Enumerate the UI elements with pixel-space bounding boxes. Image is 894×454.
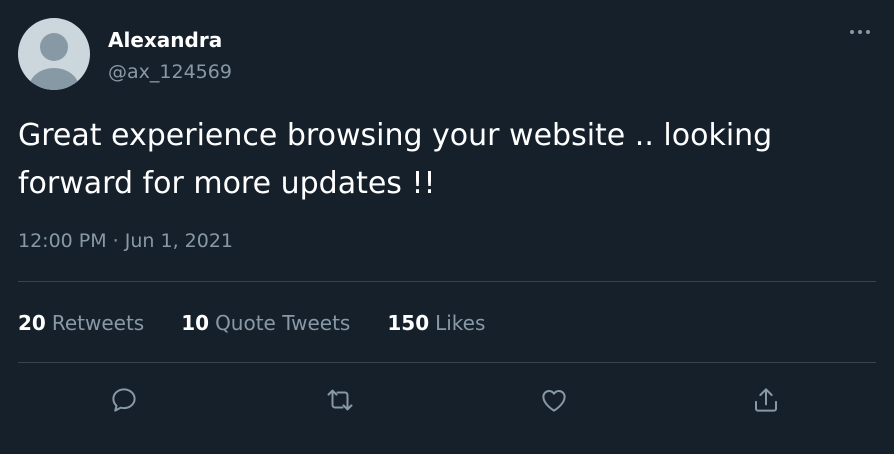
author-name[interactable]: Alexandra (108, 28, 222, 52)
quote-tweets-count: 10 (181, 311, 210, 335)
quote-tweets-label: Quote Tweets (215, 311, 351, 335)
tweet-text-line-1: Great experience browsing your website .… (18, 118, 773, 153)
divider (18, 362, 876, 363)
reply-button[interactable] (104, 380, 144, 420)
quote-tweets-stat[interactable]: 10 Quote Tweets (181, 311, 350, 335)
engagement-stats: 20 Retweets 10 Quote Tweets 150 Likes (18, 311, 522, 335)
like-button[interactable] (534, 380, 574, 420)
more-options-button[interactable] (846, 20, 876, 44)
share-button[interactable] (746, 380, 786, 420)
heart-icon (542, 390, 566, 412)
retweets-count: 20 (18, 311, 46, 335)
tweet-text-line-2: forward for more updates !! (18, 166, 436, 201)
share-icon (755, 388, 777, 412)
likes-label: Likes (435, 311, 486, 335)
author-handle[interactable]: @ax_124569 (108, 61, 232, 83)
avatar[interactable] (18, 18, 90, 90)
retweets-stat[interactable]: 20 Retweets (18, 311, 144, 335)
retweet-icon (327, 389, 353, 411)
likes-count: 150 (387, 311, 430, 335)
reply-icon (112, 388, 136, 412)
tweet-text: Great experience browsing your website .… (18, 112, 858, 208)
default-avatar-icon (29, 33, 79, 90)
action-bar (0, 380, 894, 420)
retweets-label: Retweets (51, 311, 145, 335)
likes-stat[interactable]: 150 Likes (387, 311, 485, 335)
more-options-icon (850, 30, 870, 34)
tweet-timestamp[interactable]: 12:00 PM · Jun 1, 2021 (18, 230, 233, 252)
retweet-button[interactable] (320, 380, 360, 420)
divider (18, 281, 876, 282)
